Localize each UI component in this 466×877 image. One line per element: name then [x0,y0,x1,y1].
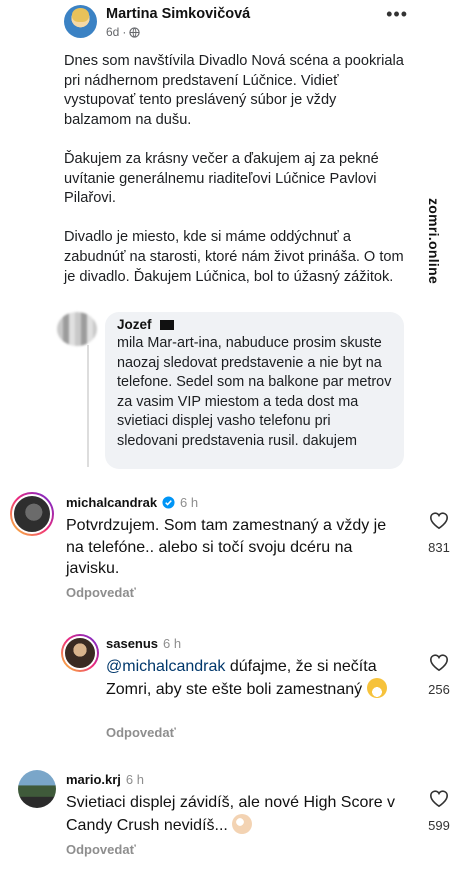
thread-line [87,345,89,467]
censor-bar [159,319,174,330]
comment-text: Potvrdzujem. Som tam zamestnaný a vždy j… [66,517,387,577]
post-paragraph: Ďakujem za krásny večer a ďakujem aj za … [64,150,379,207]
heart-icon[interactable] [428,788,450,808]
comment-time: 6 h [125,772,144,787]
verified-badge-icon [162,496,175,509]
post-paragraph: Dnes som navštívila Divadlo Nová scéna a… [64,53,404,128]
heart-icon[interactable] [428,510,450,530]
commenter-avatar[interactable] [61,634,99,672]
post-author-name[interactable]: Martina Simkovičová [106,6,250,22]
meta-separator: · [122,25,127,39]
ok-hand-emoji [232,813,253,834]
author-avatar[interactable] [64,5,97,38]
commenter-avatar[interactable] [18,770,56,808]
reply-bubble: Jozef mila Mar-art-ina, nabuduce prosim … [105,312,404,469]
comment: mario.krj 6 h Svietiaci displej závidíš,… [0,768,466,868]
commenter-avatar[interactable] [10,492,54,536]
reply-button[interactable]: Odpovedať [106,725,176,740]
post-paragraph: Divadlo je miesto, kde si máme oddýchnuť… [64,229,404,285]
heart-icon[interactable] [428,652,450,672]
like-count: 599 [428,818,450,833]
watermark: zomri.online [426,198,442,285]
post-header: Martina Simkovičová 6d · ••• [0,0,466,44]
mention-link[interactable]: @michalcandrak [106,658,225,675]
reply-button[interactable]: Odpovedať [66,585,136,600]
post-body: Dnes som navštívila Divadlo Nová scéna a… [64,52,404,307]
reply-avatar-blurred [57,312,97,346]
comment: sasenus 6 h @michalcandrak dúfajme, že s… [0,632,466,752]
comment-username[interactable]: sasenus [106,636,158,651]
reply-author[interactable]: Jozef [117,317,392,332]
comment-time: 6 h [163,636,182,651]
comment-username[interactable]: mario.krj [66,772,121,787]
grinning-face-emoji [366,677,387,698]
comment-time: 6 h [180,495,199,510]
reply-button[interactable]: Odpovedať [66,842,136,857]
comment-username-row: michalcandrak 6 h [66,495,198,510]
reply-author-name[interactable]: Jozef [117,317,152,332]
comment-username-row: mario.krj 6 h [66,772,144,787]
comment-text: @michalcandrak dúfajme, že si nečíta Zom… [106,656,411,700]
comment-body: Svietiaci displej závidíš, ale nové High… [66,794,396,834]
comment-username[interactable]: michalcandrak [66,495,157,510]
comment: michalcandrak 6 h Potvrdzujem. Som tam z… [0,490,466,610]
more-options-icon[interactable]: ••• [386,4,408,25]
comment-username-row: sasenus 6 h [106,636,181,651]
post-time[interactable]: 6d [106,25,119,39]
reply-text: mila Mar-art-ina, nabuduce prosim skuste… [117,335,392,449]
post-meta: 6d · [106,25,141,39]
globe-icon [129,26,141,38]
like-count: 831 [428,540,450,555]
like-count: 256 [428,682,450,697]
comment-text: Svietiaci displej závidíš, ale nové High… [66,792,406,836]
